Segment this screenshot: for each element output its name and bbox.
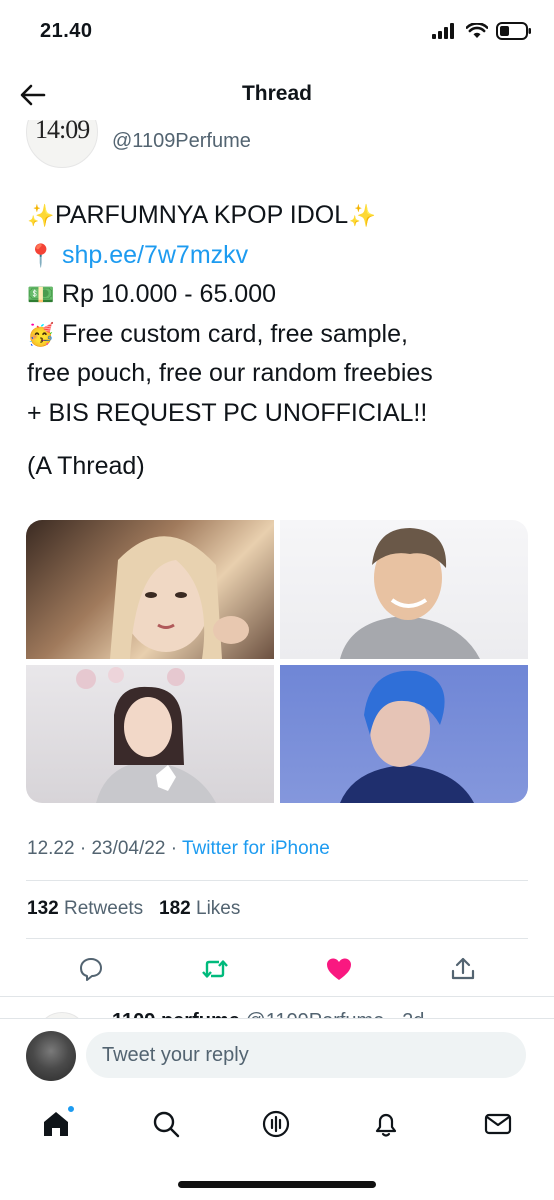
likes-count: 182	[159, 898, 191, 919]
thread-label: (A Thread)	[27, 452, 145, 480]
photo-3[interactable]	[26, 665, 274, 803]
tweet-text: ✨PARFUMNYA KPOP IDOL✨ 📍 shp.ee/7w7mzkv 💵…	[27, 196, 537, 433]
tweet-stats: 132 Retweets 182 Likes	[27, 898, 240, 920]
retweets-count: 132	[27, 898, 59, 919]
bottom-tab-bar	[0, 1092, 554, 1162]
photo-2[interactable]	[280, 520, 528, 659]
tweet-line-link: 📍 shp.ee/7w7mzkv	[27, 236, 537, 276]
divider	[26, 880, 528, 881]
spaces-icon	[262, 1110, 290, 1138]
meta-separator: ·	[170, 838, 178, 859]
media-grid	[26, 520, 528, 803]
wifi-icon	[466, 23, 488, 38]
tweet-date: 23/04/22	[91, 838, 166, 859]
share-icon	[451, 957, 475, 980]
photo-4-illustration	[340, 670, 474, 803]
retweet-button[interactable]	[200, 954, 230, 984]
likes-label: Likes	[196, 898, 241, 919]
tab-notifications[interactable]	[368, 1106, 404, 1142]
price-text: Rp 10.000 - 65.000	[61, 280, 277, 308]
photo-4[interactable]	[280, 665, 528, 803]
photo-2-illustration	[340, 528, 480, 659]
tweet-line-price: 💵 Rp 10.000 - 65.000	[27, 275, 537, 315]
photo-1[interactable]	[26, 520, 274, 659]
shop-link[interactable]: shp.ee/7w7mzkv	[62, 241, 248, 269]
photo-1-illustration	[110, 536, 249, 659]
photo-3-illustration	[76, 667, 216, 803]
tweet-source-link[interactable]: Twitter for iPhone	[182, 838, 330, 859]
promo-text-2: free pouch, free our random freebies	[27, 359, 433, 387]
author-handle[interactable]: @1109Perfume	[112, 130, 251, 153]
user-avatar[interactable]	[26, 1031, 76, 1081]
retweets-stat[interactable]: 132 Retweets	[27, 898, 143, 919]
reply-bar	[0, 1018, 554, 1092]
likes-stat[interactable]: 182 Likes	[159, 898, 240, 919]
retweet-icon	[202, 960, 228, 978]
new-content-dot	[66, 1104, 76, 1114]
share-button[interactable]	[448, 954, 478, 984]
sparkles-icon: ✨	[27, 203, 55, 228]
divider	[26, 938, 528, 939]
tweet-line-title: ✨PARFUMNYA KPOP IDOL✨	[27, 196, 537, 236]
messages-icon	[484, 1113, 512, 1135]
tweet-meta: 12.22 · 23/04/22 · Twitter for iPhone	[27, 838, 330, 860]
notifications-icon	[375, 1113, 397, 1137]
battery-icon	[496, 22, 531, 40]
tab-home[interactable]	[38, 1104, 76, 1142]
tweet-title-text: PARFUMNYA KPOP IDOL	[55, 201, 349, 229]
meta-separator: ·	[79, 838, 87, 859]
tab-spaces[interactable]	[258, 1106, 294, 1142]
promo-text-1: Free custom card, free sample,	[61, 319, 408, 348]
home-indicator[interactable]	[178, 1181, 376, 1188]
page-title: Thread	[241, 82, 312, 105]
tweet-time: 12.22	[27, 838, 75, 859]
retweets-label: Retweets	[63, 898, 144, 919]
heart-icon	[327, 958, 351, 980]
tweet-line-promo: 🥳 Free custom card, free sample,	[27, 315, 537, 355]
promo-text-3: + BIS REQUEST PC UNOFFICIAL!!	[27, 398, 428, 427]
money-icon: 💵	[27, 282, 55, 307]
reply-button[interactable]	[76, 954, 106, 984]
sparkles-icon: ✨	[348, 203, 376, 228]
status-time: 21.40	[40, 20, 93, 42]
like-button[interactable]	[324, 954, 354, 984]
status-icons	[432, 22, 532, 40]
status-bar: 21.40	[0, 0, 554, 66]
tab-messages[interactable]	[480, 1106, 516, 1142]
round-pushpin-icon: 📍	[27, 242, 55, 268]
tweet-actions	[0, 950, 554, 990]
reply-input[interactable]	[86, 1032, 526, 1078]
search-icon	[153, 1111, 180, 1138]
tab-search[interactable]	[148, 1106, 184, 1142]
partying-face-icon: 🥳	[27, 321, 55, 347]
home-icon	[44, 1112, 68, 1136]
cellular-signal-icon	[432, 23, 454, 39]
reply-icon	[80, 958, 102, 981]
nav-header: Thread	[0, 70, 554, 120]
